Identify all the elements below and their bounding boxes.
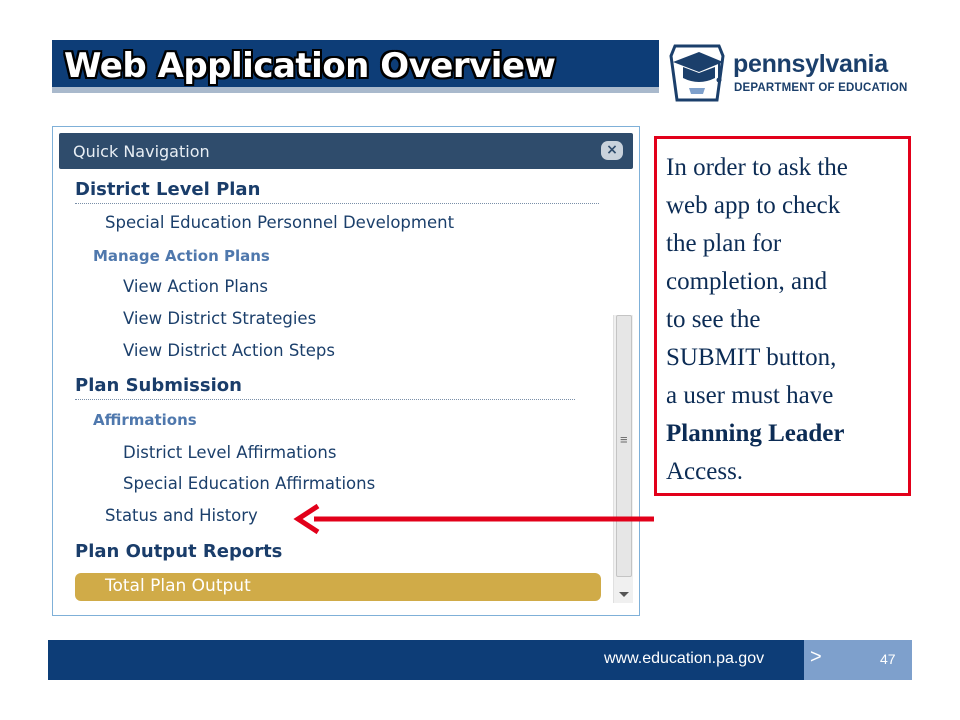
- pointer-arrow-icon: [293, 503, 654, 535]
- section-divider: [75, 399, 575, 400]
- quick-navigation-title: Quick Navigation: [73, 142, 210, 161]
- nav-link-district-level-affirmations[interactable]: District Level Affirmations: [123, 443, 336, 462]
- nav-link-view-action-plans[interactable]: View Action Plans: [123, 277, 268, 296]
- callout-bold-role: Planning Leader: [666, 420, 845, 447]
- quick-navigation-header: Quick Navigation ×: [59, 133, 633, 169]
- keystone-graduation-cap-icon: [669, 44, 725, 102]
- nav-link-view-district-action-steps[interactable]: View District Action Steps: [123, 341, 335, 360]
- slide-title-bar: Web Application Overview: [52, 40, 659, 93]
- nav-section-plan-submission[interactable]: Plan Submission: [75, 375, 242, 396]
- footer-url: www.education.pa.gov: [604, 650, 765, 667]
- nav-section-plan-output-reports[interactable]: Plan Output Reports: [75, 541, 282, 562]
- nav-link-status-and-history[interactable]: Status and History: [105, 506, 258, 525]
- callout-box: In order to ask the web app to check the…: [654, 136, 911, 496]
- callout-line: to see the: [666, 306, 761, 333]
- quick-navigation-panel: Quick Navigation × District Level Plan S…: [52, 126, 640, 616]
- callout-tail-line: Access.: [666, 453, 900, 491]
- chevron-right-icon: >: [810, 646, 822, 668]
- slide-footer: www.education.pa.gov > 47: [48, 640, 912, 680]
- section-divider: [75, 203, 599, 204]
- callout-line: a user must have: [666, 382, 834, 409]
- nav-link-special-education-personnel-development[interactable]: Special Education Personnel Development: [105, 213, 454, 232]
- callout-tail: Access: [666, 458, 737, 485]
- scrollbar-grip-icon: ≡: [620, 432, 628, 447]
- page-number: 47: [880, 651, 896, 667]
- logo-brand-text: pennsylvania: [733, 50, 888, 78]
- footer-page-box: > 47: [804, 640, 912, 680]
- nav-active-label: Total Plan Output: [105, 576, 251, 596]
- nav-sub-affirmations[interactable]: Affirmations: [93, 411, 197, 429]
- nav-link-view-district-strategies[interactable]: View District Strategies: [123, 309, 316, 328]
- scrollbar-thumb[interactable]: ≡: [616, 315, 632, 577]
- quick-navigation-list: District Level Plan Special Education Pe…: [59, 169, 633, 609]
- logo-department-text: DEPARTMENT OF EDUCATION: [734, 82, 908, 94]
- pa-education-logo: pennsylvania DEPARTMENT OF EDUCATION: [667, 42, 917, 104]
- nav-sub-manage-action-plans[interactable]: Manage Action Plans: [93, 247, 270, 265]
- callout-line: In order to ask the: [666, 154, 848, 181]
- callout-line: web app to check: [666, 192, 841, 219]
- scrollbar[interactable]: ≡: [613, 315, 633, 603]
- scroll-down-arrow-icon[interactable]: [619, 592, 629, 597]
- nav-link-total-plan-output-active[interactable]: Total Plan Output: [75, 573, 601, 601]
- callout-line: SUBMIT button,: [666, 344, 837, 371]
- callout-line: completion, and: [666, 268, 828, 295]
- nav-link-special-education-affirmations[interactable]: Special Education Affirmations: [123, 474, 375, 493]
- nav-section-district-level-plan[interactable]: District Level Plan: [75, 179, 260, 200]
- callout-tail-punctuation: .: [736, 459, 743, 485]
- callout-line: the plan for: [666, 230, 782, 257]
- close-icon[interactable]: ×: [601, 141, 623, 160]
- slide-title: Web Application Overview: [64, 46, 556, 86]
